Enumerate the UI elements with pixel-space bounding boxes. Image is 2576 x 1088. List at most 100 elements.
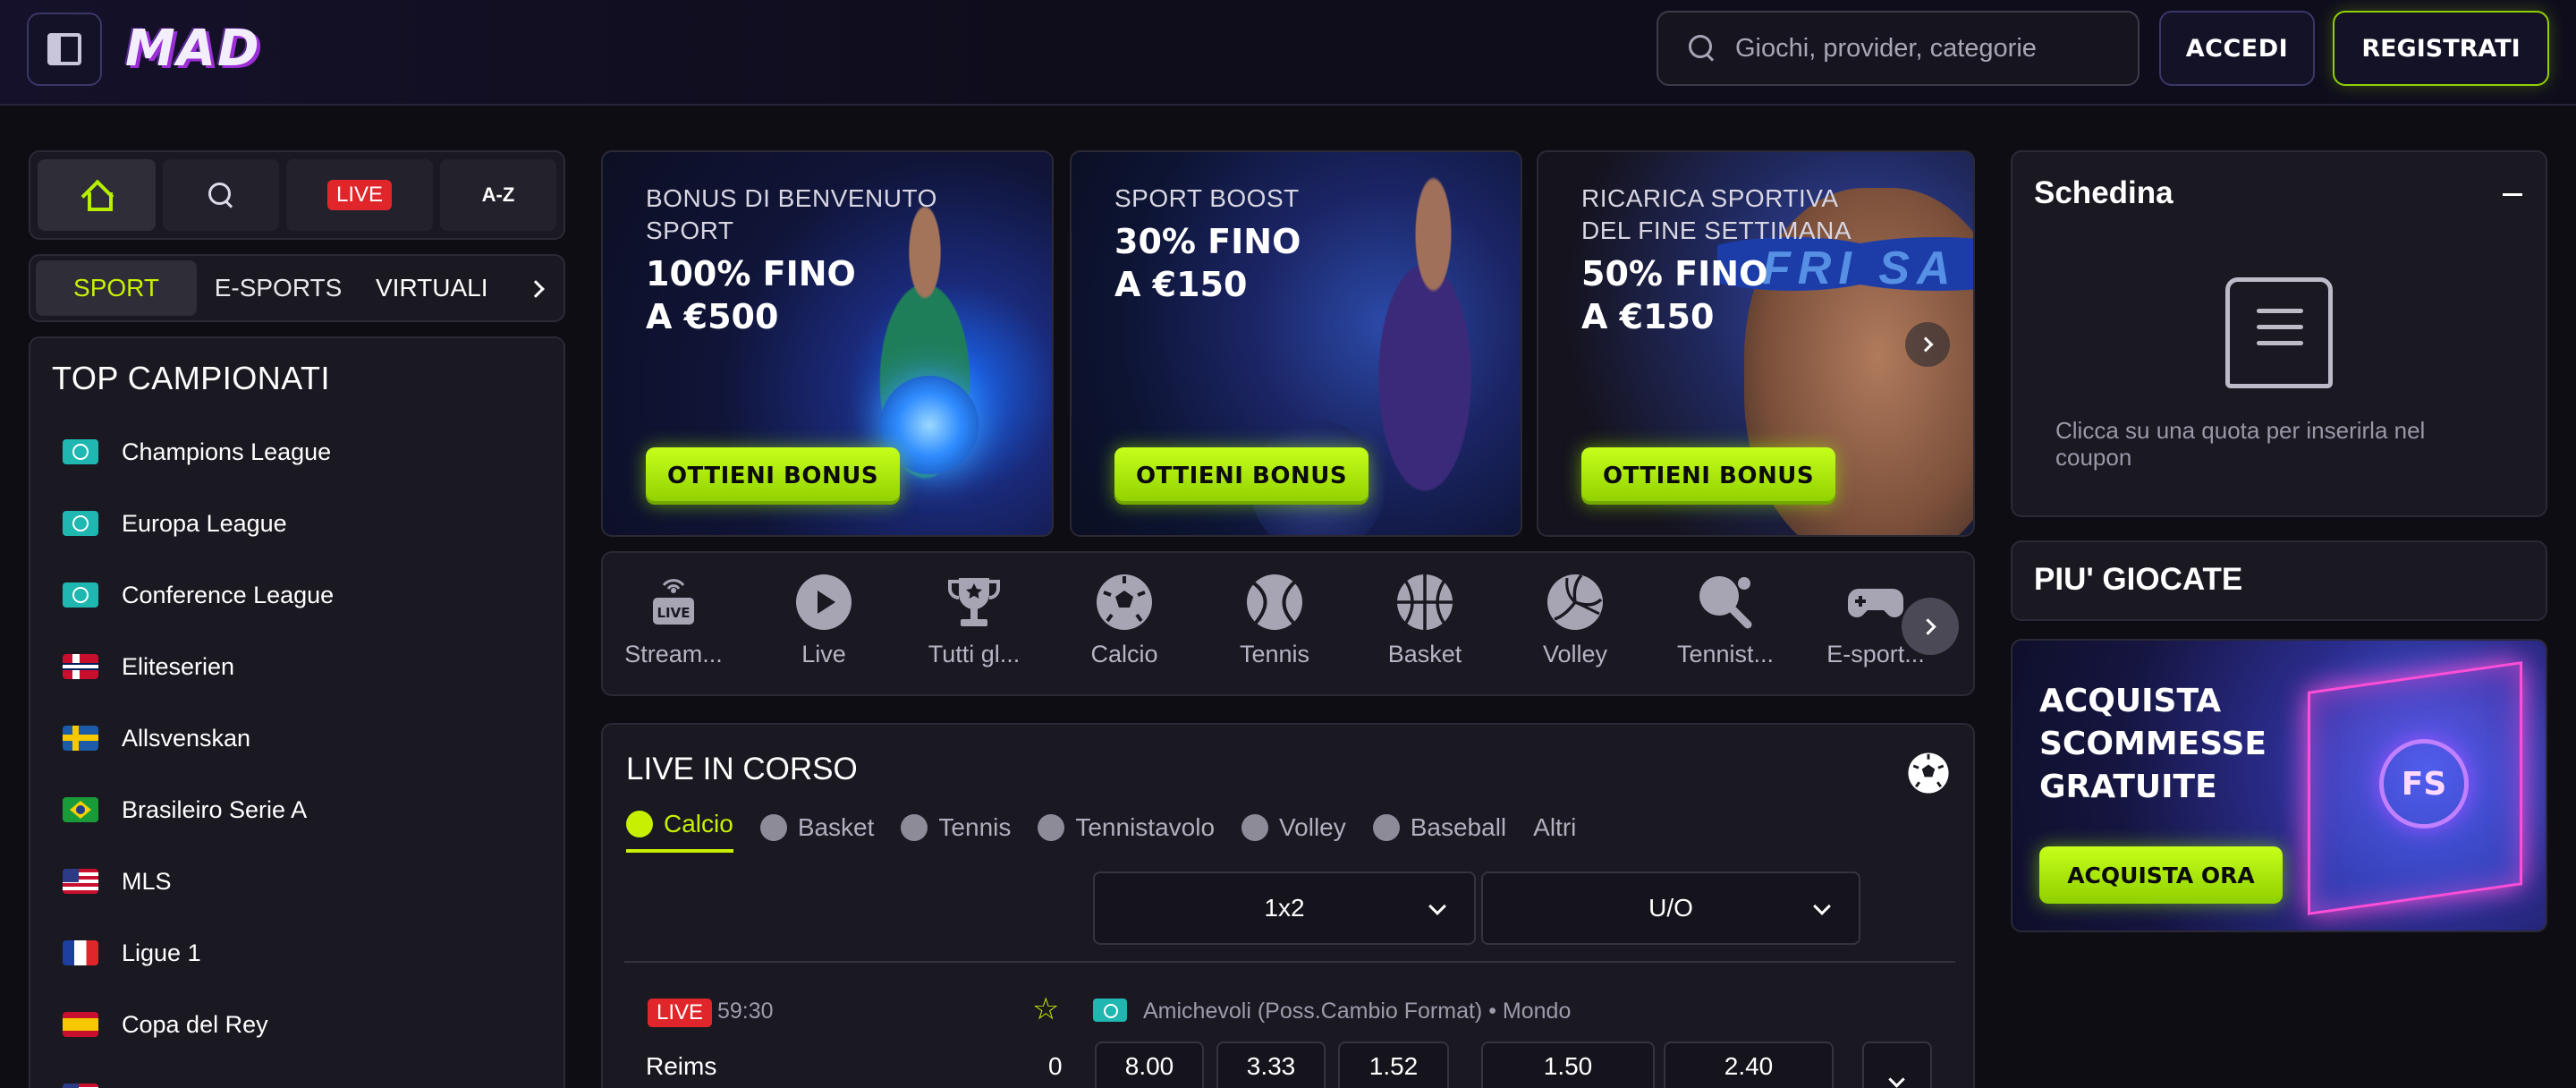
basketball-icon [1395, 573, 1454, 632]
market-select-1x2[interactable]: 1x2 [1093, 871, 1476, 945]
live-tab-altri[interactable]: Altri [1533, 805, 1576, 850]
get-bonus-button[interactable]: OTTIENI BONUS [1114, 447, 1368, 505]
odd-button[interactable]: 1.52 [1338, 1041, 1449, 1088]
chevron-right-icon [527, 280, 545, 298]
gamepad-icon [1846, 573, 1905, 632]
league-item-champions-league[interactable]: Champions League [63, 429, 331, 474]
live-tab-basket[interactable]: Basket [759, 805, 874, 850]
sport-item-all[interactable]: Tutti gl... [907, 573, 1041, 680]
globe-icon [63, 439, 98, 464]
live-tab-calcio[interactable]: Calcio [626, 803, 733, 853]
live-tab-volley[interactable]: Volley [1241, 805, 1346, 850]
odd-button[interactable]: 1.50 [1481, 1041, 1655, 1088]
sport-item-calcio[interactable]: Calcio [1057, 573, 1191, 680]
match-competition[interactable]: Amichevoli (Poss.Cambio Format) • Mondo [1143, 999, 1571, 1024]
chevron-down-icon [1813, 897, 1831, 915]
usa-flag-icon [63, 1084, 98, 1088]
live-tab-label: Baseball [1410, 813, 1507, 841]
chevron-right-icon [1919, 617, 1936, 635]
most-played-panel[interactable]: PIU' GIOCATE [2011, 540, 2547, 621]
league-item-conference-league[interactable]: Conference League [63, 573, 334, 617]
league-item-eliteserien[interactable]: Eliteserien [63, 644, 234, 689]
team-score: 0 [1048, 1052, 1063, 1080]
brazil-flag-icon [63, 797, 98, 822]
sport-item-volley[interactable]: Volley [1508, 573, 1642, 680]
league-item-partial[interactable] [63, 1074, 122, 1088]
promo-banner-sport-boost[interactable]: SPORT BOOST 30% FINO A €150 OTTIENI BONU… [1070, 150, 1522, 537]
banner-title: RICARICA SPORTIVA DEL FINE SETTIMANA [1581, 184, 1852, 244]
sport-item-live[interactable]: Live [757, 573, 891, 680]
receipt-line [2257, 341, 2303, 345]
search-icon [208, 183, 233, 208]
odd-button[interactable]: 2.40 [1664, 1041, 1834, 1088]
odd-value: 1.50 [1543, 1052, 1593, 1080]
search-box[interactable] [1657, 11, 2140, 86]
quick-search-button[interactable] [163, 159, 279, 231]
live-tab-tennistavolo[interactable]: Tennistavolo [1038, 805, 1215, 850]
buy-now-button[interactable]: ACQUISTA ORA [2039, 846, 2283, 904]
league-item-europa-league[interactable]: Europa League [63, 501, 287, 546]
live-tab-baseball[interactable]: Baseball [1372, 805, 1507, 850]
tennis-ball-icon [1245, 573, 1304, 632]
get-bonus-button[interactable]: OTTIENI BONUS [646, 447, 900, 505]
promo-banner-welcome[interactable]: BONUS DI BENVENUTO SPORT 100% FINO A €50… [601, 150, 1054, 537]
more-markets-button[interactable] [1862, 1041, 1932, 1088]
live-events-panel: LIVE IN CORSO Calcio Basket Tennis Tenni… [601, 723, 1975, 1088]
quick-nav: LIVE A-Z [29, 150, 565, 240]
receipt-line [2257, 325, 2303, 329]
league-item-copa-del-rey[interactable]: Copa del Rey [63, 1002, 268, 1047]
odd-button[interactable]: 8.00 [1095, 1041, 1204, 1088]
league-item-ligue-1[interactable]: Ligue 1 [63, 931, 201, 975]
home-button[interactable] [38, 159, 156, 231]
live-tab-label: Tennis [938, 813, 1012, 841]
sports-icon-row: LIVE Stream... Live Tutti gl... Calcio T… [601, 551, 1975, 696]
sports-next-button[interactable] [1902, 598, 1959, 655]
live-button[interactable]: LIVE [286, 159, 433, 231]
tab-virtuali[interactable]: VIRTUALI [360, 260, 503, 316]
banner-title: SPORT BOOST [1114, 184, 1300, 212]
league-item-mls[interactable]: MLS [63, 859, 172, 904]
site-logo[interactable]: MAD [125, 20, 261, 78]
tabs-next-button[interactable] [513, 261, 558, 317]
tab-esports[interactable]: E-SPORTS [197, 260, 360, 316]
favorite-star-icon[interactable]: ☆ [1032, 991, 1059, 1027]
sport-item-tennis[interactable]: Tennis [1208, 573, 1342, 680]
sidebar-toggle-icon [47, 33, 81, 65]
home-icon [83, 183, 113, 211]
sport-item-streaming[interactable]: LIVE Stream... [606, 573, 741, 680]
free-bets-title: ACQUISTA SCOMMESSE GRATUITE [2039, 683, 2267, 805]
usa-flag-icon [63, 869, 98, 894]
sport-item-basket[interactable]: Basket [1358, 573, 1492, 680]
live-tab-tennis[interactable]: Tennis [901, 805, 1011, 850]
odd-value: 8.00 [1124, 1052, 1174, 1080]
get-bonus-button[interactable]: OTTIENI BONUS [1581, 447, 1835, 505]
minimize-icon[interactable] [2503, 193, 2522, 196]
most-played-title: PIU' GIOCATE [2034, 562, 2243, 597]
league-label: MLS [122, 867, 172, 895]
search-input[interactable] [1735, 33, 2111, 64]
banner-offer: 100% FINO A €500 [646, 254, 856, 336]
league-label: Conference League [122, 581, 335, 608]
tab-sport[interactable]: SPORT [36, 260, 197, 316]
league-item-allsvenskan[interactable]: Allsvenskan [63, 716, 250, 761]
banner-next-button[interactable] [1905, 322, 1950, 367]
market-select-uo[interactable]: U/O [1481, 871, 1860, 945]
live-tab-label: Volley [1279, 813, 1346, 841]
sidebar-toggle-button[interactable] [27, 13, 102, 86]
match-time: 59:30 [717, 999, 774, 1024]
login-button[interactable]: ACCEDI [2159, 11, 2315, 86]
live-tab-label: Calcio [664, 810, 733, 837]
table-tennis-icon [1696, 573, 1755, 632]
league-label: Europa League [122, 509, 287, 537]
sport-item-table-tennis[interactable]: Tennist... [1658, 573, 1792, 680]
odd-button[interactable]: 3.33 [1216, 1041, 1326, 1088]
table-tennis-icon [1038, 814, 1065, 841]
free-bets-banner[interactable]: FS ACQUISTA SCOMMESSE GRATUITE ACQUISTA … [2011, 639, 2547, 932]
register-button[interactable]: REGISTRATI [2333, 11, 2549, 86]
az-button[interactable]: A-Z [440, 159, 556, 231]
team-name[interactable]: Reims [646, 1052, 716, 1081]
league-label: Brasileiro Serie A [122, 795, 308, 823]
search-icon [1689, 35, 1716, 62]
league-item-brasileiro[interactable]: Brasileiro Serie A [63, 787, 307, 832]
globe-icon [63, 511, 98, 536]
